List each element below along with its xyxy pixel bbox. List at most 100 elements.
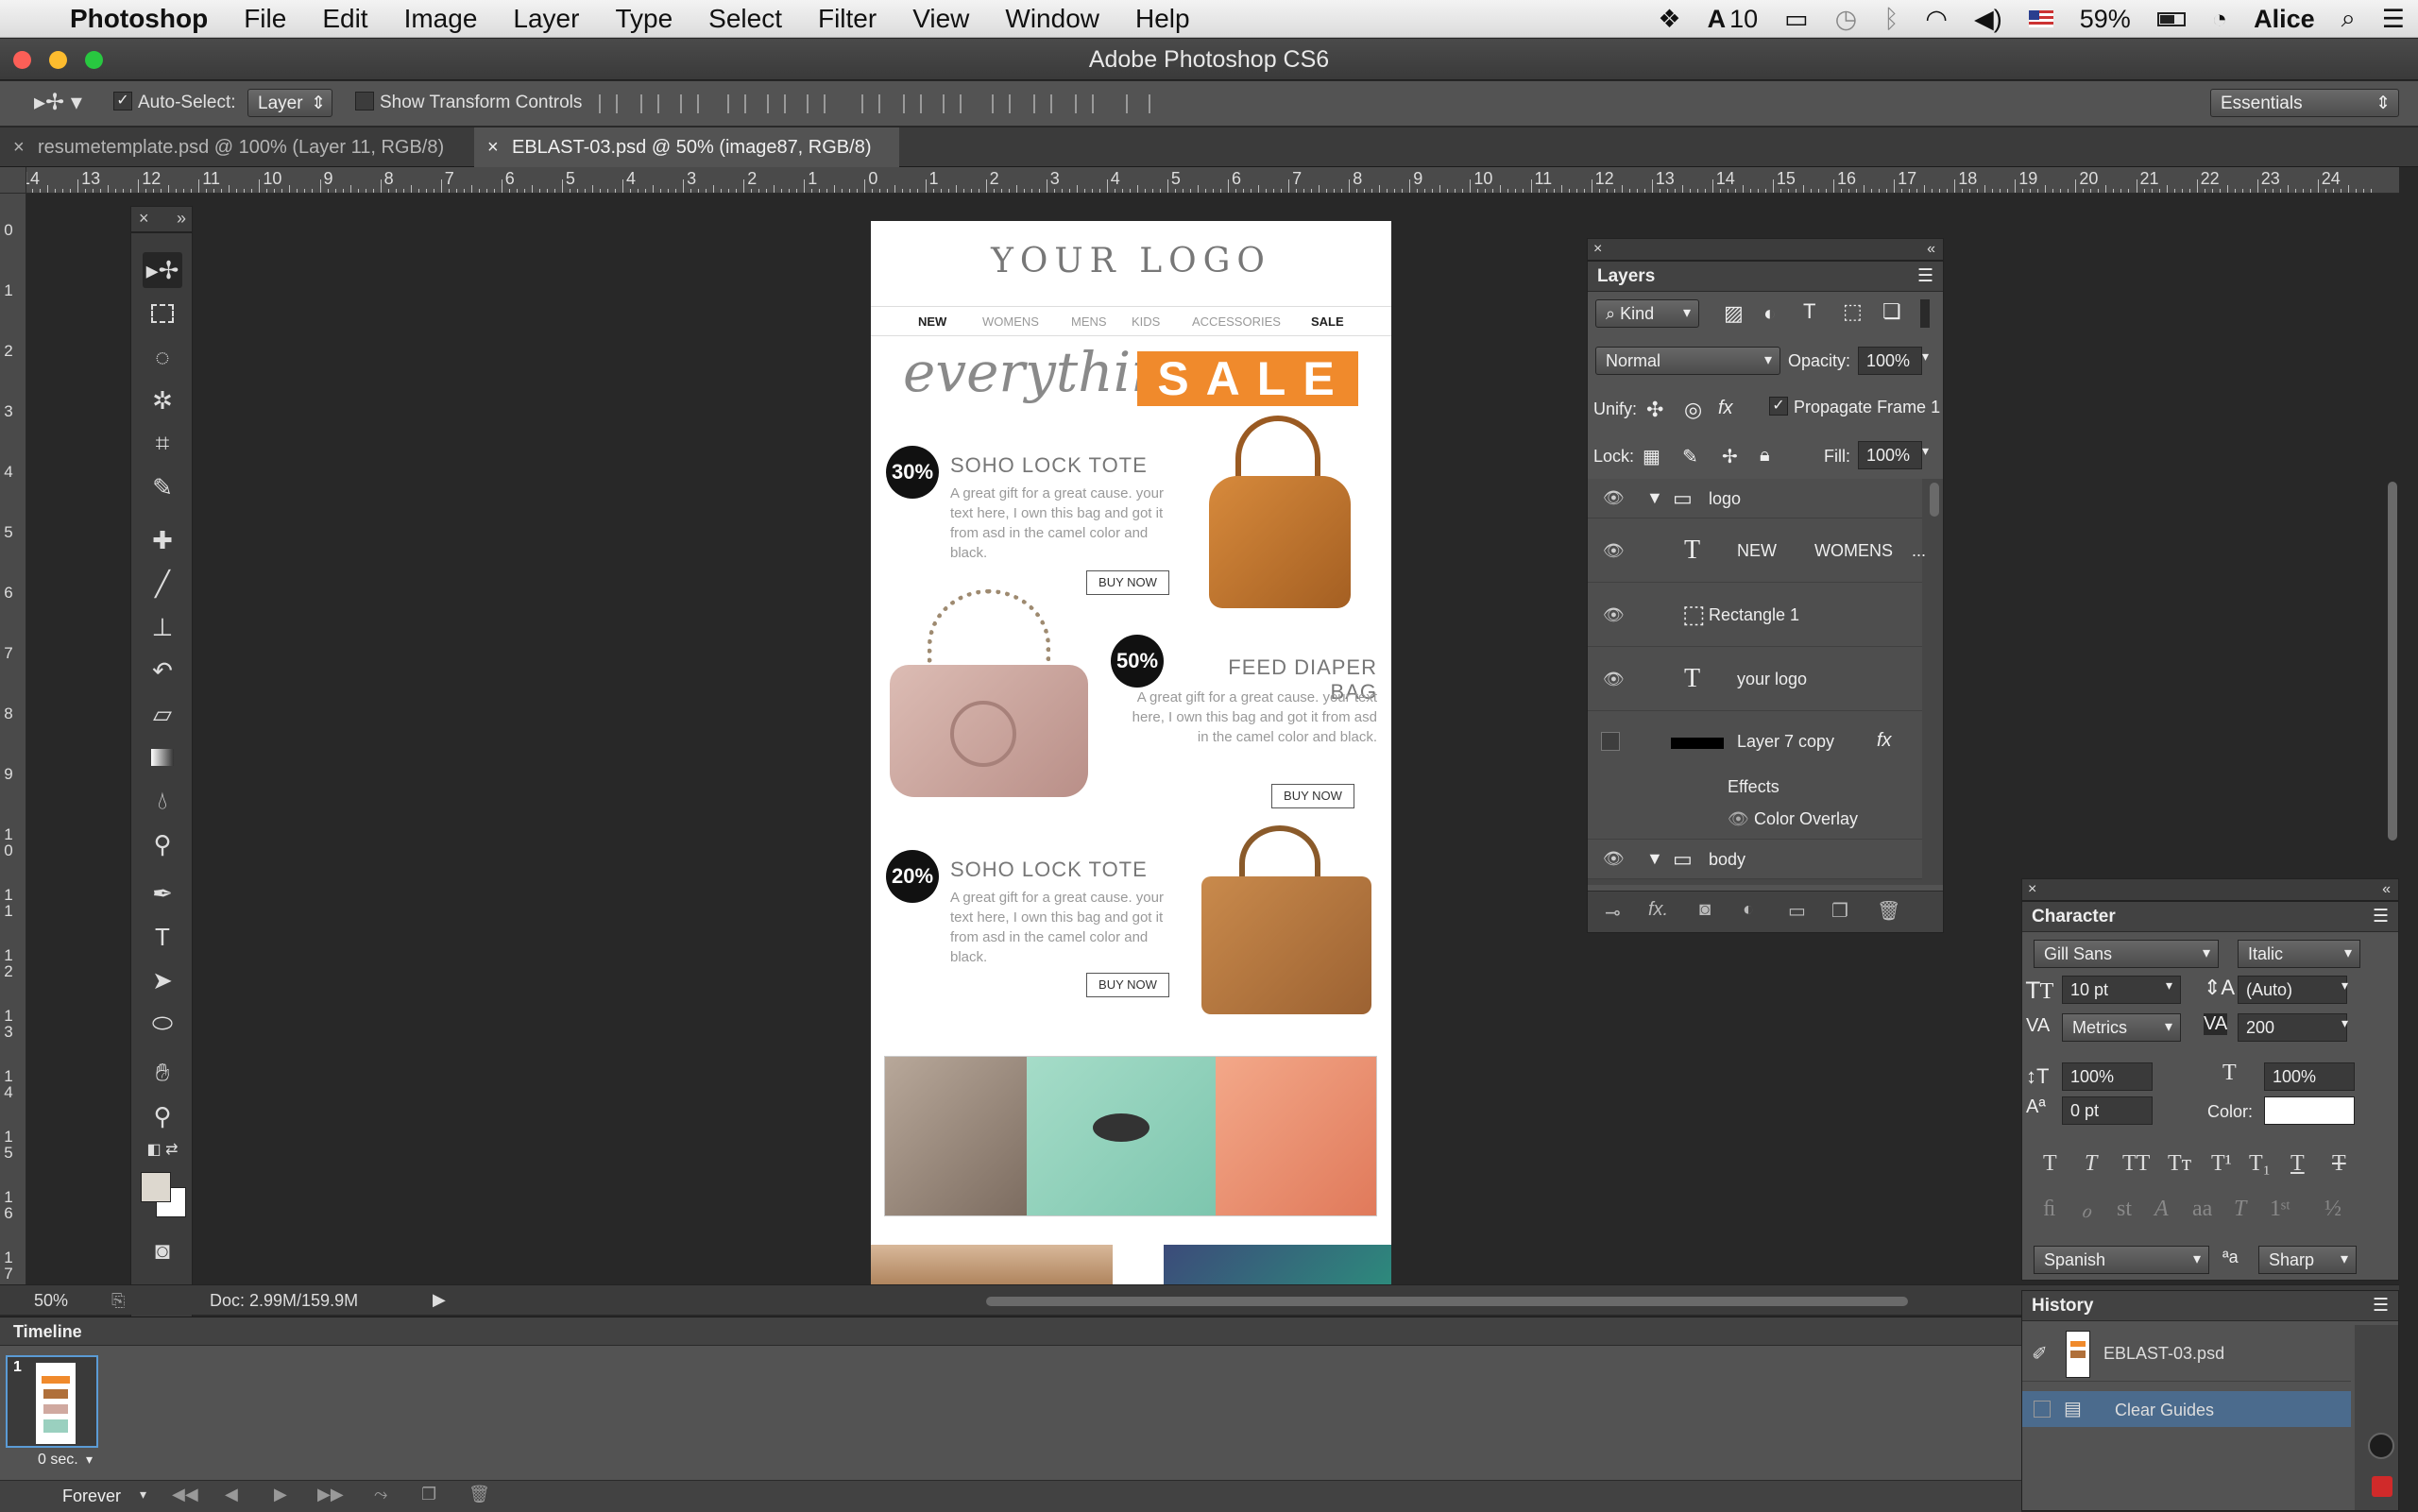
fill-field[interactable]: 100%: [1858, 441, 1922, 469]
layer-row-text[interactable]: 👁︎ T your logo: [1588, 647, 1922, 711]
antialias-dropdown[interactable]: Sharp: [2258, 1246, 2357, 1274]
menu-file[interactable]: File: [244, 4, 286, 34]
filter-adjustment-icon[interactable]: ◐: [1763, 301, 1776, 326]
lasso-tool-icon[interactable]: ◌: [143, 339, 182, 375]
unify-position-icon[interactable]: ✣: [1646, 398, 1663, 422]
clone-stamp-tool-icon[interactable]: ⊥: [143, 609, 182, 645]
history-tab[interactable]: History ☰: [2022, 1291, 2398, 1321]
propagate-checkbox[interactable]: ✓ Propagate Frame 1: [1769, 397, 1940, 417]
buy-now-button[interactable]: BUY NOW: [1086, 570, 1169, 595]
visibility-toggle-off[interactable]: [1601, 732, 1620, 751]
leading-dropdown-icon[interactable]: ▾: [2341, 977, 2348, 994]
crop-tool-icon[interactable]: ⌗: [143, 426, 182, 462]
kerning-dropdown[interactable]: Metrics: [2062, 1013, 2181, 1042]
horizontal-scale-field[interactable]: 100%: [2264, 1062, 2355, 1091]
visibility-eye-icon[interactable]: 👁︎: [1603, 849, 1625, 869]
swap-colors-icon[interactable]: ◧ ⇄: [143, 1138, 182, 1161]
faux-bold-icon[interactable]: T: [2043, 1151, 2057, 1177]
menu-help[interactable]: Help: [1135, 4, 1190, 34]
menu-edit[interactable]: Edit: [322, 4, 367, 34]
subscript-icon[interactable]: T₁: [2249, 1151, 2271, 1177]
layer-row-group[interactable]: 👁︎ ▼ ▭ body: [1588, 840, 1922, 879]
show-transform-checkbox[interactable]: Show Transform Controls: [355, 89, 582, 117]
menu-select[interactable]: Select: [708, 4, 782, 34]
panel-menu-icon[interactable]: ☰: [2373, 1291, 2389, 1321]
frame-delay[interactable]: 0 sec.: [38, 1452, 78, 1469]
menu-type[interactable]: Type: [615, 4, 673, 34]
expand-toolbox-icon[interactable]: »: [177, 209, 186, 229]
close-panel-icon[interactable]: ×: [2028, 881, 2036, 898]
auto-align-icon[interactable]: [1126, 94, 1150, 113]
move-tool-icon[interactable]: ▸✢: [143, 252, 182, 288]
font-family-dropdown[interactable]: Gill Sans: [2034, 940, 2219, 968]
collapse-panel-icon[interactable]: «: [1927, 241, 1935, 258]
close-panel-icon[interactable]: ×: [1593, 241, 1602, 258]
faux-italic-icon[interactable]: T: [2085, 1151, 2097, 1177]
healing-brush-tool-icon[interactable]: ✚: [143, 522, 182, 558]
discretionary-ligatures-icon[interactable]: st: [2117, 1197, 2132, 1222]
underline-icon[interactable]: T: [2290, 1151, 2305, 1177]
prev-frame-icon[interactable]: ◀: [225, 1485, 238, 1504]
menu-view[interactable]: View: [912, 4, 969, 34]
add-mask-icon[interactable]: ◙: [1699, 899, 1711, 921]
ligatures-icon[interactable]: ﬁ: [2043, 1197, 2055, 1222]
opacity-dropdown-icon[interactable]: ▾: [1922, 348, 1929, 365]
lock-pixels-icon[interactable]: ✎: [1682, 445, 1698, 468]
distribute-vcenter-icon[interactable]: [903, 94, 922, 113]
collapse-panel-icon[interactable]: «: [2382, 881, 2391, 898]
new-layer-icon[interactable]: ❐: [1831, 899, 1848, 923]
layer-row-shape[interactable]: 👁︎ ⬚ Rectangle 1: [1588, 583, 1922, 647]
opacity-field[interactable]: 100%: [1858, 347, 1922, 375]
vertical-scale-field[interactable]: 100%: [2062, 1062, 2153, 1091]
battery-text[interactable]: 59%: [2080, 5, 2131, 34]
filter-shape-icon[interactable]: ⬚: [1843, 299, 1863, 324]
layer-row-text[interactable]: 👁︎ T NEW WOMENS ...: [1588, 518, 1926, 583]
font-style-dropdown[interactable]: Italic: [2238, 940, 2360, 968]
spotlight-icon[interactable]: ⌕: [2341, 4, 2356, 34]
menu-layer[interactable]: Layer: [513, 4, 579, 34]
align-bottom-icon[interactable]: [680, 94, 699, 113]
ordinals-icon[interactable]: 1ˢᵗ: [2270, 1197, 2290, 1222]
vertical-scrollbar[interactable]: [2388, 482, 2397, 841]
delay-dropdown-icon[interactable]: ▾: [86, 1452, 93, 1468]
status-menu-icon[interactable]: ▶: [433, 1290, 446, 1310]
next-frame-icon[interactable]: ▶▶: [317, 1485, 344, 1504]
menu-image[interactable]: Image: [404, 4, 478, 34]
lock-position-icon[interactable]: ✢: [1722, 445, 1738, 468]
first-frame-icon[interactable]: ◀◀: [172, 1485, 198, 1504]
unify-visibility-icon[interactable]: ◎: [1684, 398, 1702, 422]
horizontal-ruler[interactable]: 14 13 12 11 10 9 8 7 6 5 4 3 2 1 0 1 2 3 4 5 6 7 8 9 10 11 12 13 14 1…: [0, 167, 2399, 194]
blur-tool-icon[interactable]: 💧︎: [143, 783, 182, 819]
fill-dropdown-icon[interactable]: ▾: [1922, 443, 1929, 459]
volume-icon[interactable]: ◀): [1974, 5, 2002, 34]
eraser-tool-icon[interactable]: ▱: [143, 696, 182, 732]
type-tool-icon[interactable]: T: [143, 919, 182, 955]
bluetooth-icon[interactable]: ᛒ: [1883, 5, 1899, 34]
stylistic-alternates-icon[interactable]: aa: [2192, 1197, 2212, 1222]
tab-resumetemplate[interactable]: × resumetemplate.psd @ 100% (Layer 11, R…: [0, 127, 472, 197]
font-size-field[interactable]: 10 pt: [2062, 976, 2181, 1004]
distribute-hcenter-icon[interactable]: [1033, 94, 1052, 113]
visibility-eye-icon[interactable]: 👁︎: [1603, 605, 1625, 625]
ellipse-tool-icon[interactable]: ⬭: [143, 1006, 182, 1042]
zoom-window-button[interactable]: [85, 51, 103, 69]
document-canvas[interactable]: YOUR LOGO NEW WOMENS MENS KIDS ACCESSORI…: [871, 221, 1391, 1284]
unify-style-icon[interactable]: fx: [1718, 398, 1733, 419]
time-machine-icon[interactable]: ◷: [1835, 5, 1858, 34]
history-brush-icon[interactable]: ✐: [2032, 1342, 2048, 1366]
layers-tab[interactable]: Layers ☰: [1588, 262, 1943, 292]
eyedropper-tool-icon[interactable]: ✎: [143, 469, 182, 505]
new-group-icon[interactable]: ▭: [1788, 899, 1806, 923]
fractions-icon[interactable]: ½: [2324, 1197, 2341, 1222]
tracking-field[interactable]: 200: [2238, 1013, 2347, 1042]
blend-mode-dropdown[interactable]: Normal: [1595, 347, 1780, 375]
close-window-button[interactable]: [13, 51, 31, 69]
path-selection-tool-icon[interactable]: ➤: [143, 962, 182, 998]
camera-icon[interactable]: [2368, 1433, 2394, 1459]
delete-layer-icon[interactable]: 🗑︎: [1877, 899, 1900, 923]
loop-dropdown[interactable]: Forever: [62, 1487, 121, 1506]
history-snapshot[interactable]: ✐ EBLAST-03.psd: [2022, 1325, 2351, 1382]
flag-icon[interactable]: [2028, 10, 2053, 27]
filter-type-icon[interactable]: T: [1803, 299, 1815, 324]
record-icon[interactable]: [2372, 1476, 2392, 1497]
